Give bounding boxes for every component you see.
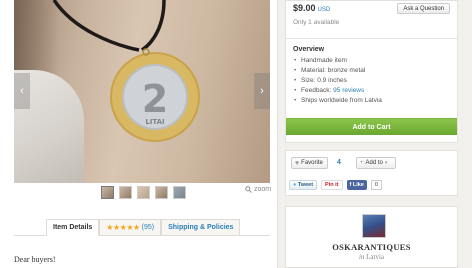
social-card: ♥ Favorite 4 + Add to ▾ ● Tweet Pin it f… — [285, 150, 458, 196]
zoom-label: zoom — [254, 186, 272, 193]
facebook-icon: f — [349, 182, 352, 188]
listing-tabs: Item Details ★★★★★ (95) Shipping & Polic… — [46, 219, 241, 236]
coin-numeral: 2 — [142, 77, 168, 121]
thumbnail-1[interactable] — [101, 186, 114, 199]
like-label: Like — [352, 182, 364, 188]
thumbnail-strip — [101, 186, 186, 199]
availability-text: Only 1 available — [293, 19, 340, 26]
share-buttons: ● Tweet Pin it f Like 0 — [289, 180, 382, 190]
chevron-left-icon: ‹ — [20, 85, 24, 97]
chevron-right-icon: › — [260, 85, 264, 97]
thumbnail-2[interactable] — [119, 186, 132, 199]
like-count: 0 — [370, 180, 382, 190]
chevron-down-icon: ▾ — [384, 159, 388, 166]
facebook-like-button[interactable]: f Like — [346, 180, 367, 190]
overview-material: Material: bronze metal — [293, 66, 382, 76]
add-to-cart-button[interactable]: Add to Cart — [286, 118, 457, 135]
price-currency: USD — [317, 7, 331, 13]
shop-location: in Latvia — [286, 253, 457, 261]
tab-item-details[interactable]: Item Details — [46, 219, 100, 236]
overview-title: Overview — [293, 46, 325, 53]
tab-shipping-policies[interactable]: Shipping & Policies — [161, 219, 241, 236]
shop-avatar[interactable] — [362, 214, 386, 238]
shop-name[interactable]: OSKARANTIQUES — [286, 242, 457, 252]
overview-list: Handmade item Material: bronze metal Siz… — [293, 56, 382, 106]
thumbnail-3[interactable] — [137, 186, 150, 199]
feedback-prefix: Feedback: — [301, 87, 334, 94]
star-rating-icon: ★★★★★ — [106, 222, 140, 232]
heart-icon: ♥ — [295, 159, 300, 167]
add-to-label: Add to — [365, 159, 383, 166]
overview-handmade: Handmade item — [293, 56, 382, 66]
purchase-divider — [286, 38, 457, 39]
coin-legend: LITAI — [145, 118, 164, 126]
tweet-button[interactable]: ● Tweet — [289, 180, 318, 190]
tweet-label: Tweet — [297, 182, 314, 188]
favorite-button[interactable]: ♥ Favorite — [291, 157, 328, 169]
overview-ships: Ships worldwide from Latvia — [293, 96, 382, 106]
shop-location-prefix: in — [358, 253, 365, 261]
price: $9.00 USD — [293, 3, 330, 13]
plus-icon: + — [360, 159, 364, 166]
overview-feedback: Feedback: 95 reviews — [293, 86, 382, 96]
shop-card: OSKARANTIQUES in Latvia — [285, 206, 458, 268]
tab-shipping-label: Shipping & Policies — [168, 223, 234, 231]
thumbnail-4[interactable] — [155, 186, 168, 199]
favorite-count[interactable]: 4 — [337, 159, 341, 166]
price-value: $9.00 — [293, 3, 316, 13]
listing-main-panel: 2 LITAI ‹ › zoom Item Details ★★★★★ (95)… — [0, 0, 278, 268]
prev-image-button[interactable]: ‹ — [14, 73, 30, 109]
shop-location-value: Latvia — [366, 253, 385, 261]
pin-it-button[interactable]: Pin it — [321, 180, 343, 190]
description-greeting: Dear buyers! — [14, 255, 56, 264]
overview-size: Size: 0.9 inches — [293, 76, 382, 86]
zoom-button[interactable]: zoom — [245, 186, 271, 193]
magnifier-icon — [245, 186, 252, 193]
ask-question-button[interactable]: Ask a Question — [397, 3, 450, 14]
purchase-card: $9.00 USD Ask a Question Only 1 available… — [285, 0, 458, 143]
listing-page: 2 LITAI ‹ › zoom Item Details ★★★★★ (95)… — [0, 0, 472, 268]
twitter-bird-icon: ● — [293, 182, 297, 188]
add-to-list-button[interactable]: + Add to ▾ — [356, 157, 396, 169]
listing-photo[interactable]: 2 LITAI ‹ › — [14, 0, 270, 183]
tab-reviews-count: (95) — [141, 223, 155, 231]
necklace-illustration: 2 LITAI — [52, 0, 200, 142]
tab-item-details-label: Item Details — [53, 223, 93, 231]
tab-reviews[interactable]: ★★★★★ (95) — [99, 219, 162, 236]
favorite-label: Favorite — [301, 159, 323, 166]
next-image-button[interactable]: › — [254, 73, 270, 109]
thumbnail-5[interactable] — [173, 186, 186, 199]
feedback-reviews-link[interactable]: 95 reviews — [333, 87, 364, 94]
